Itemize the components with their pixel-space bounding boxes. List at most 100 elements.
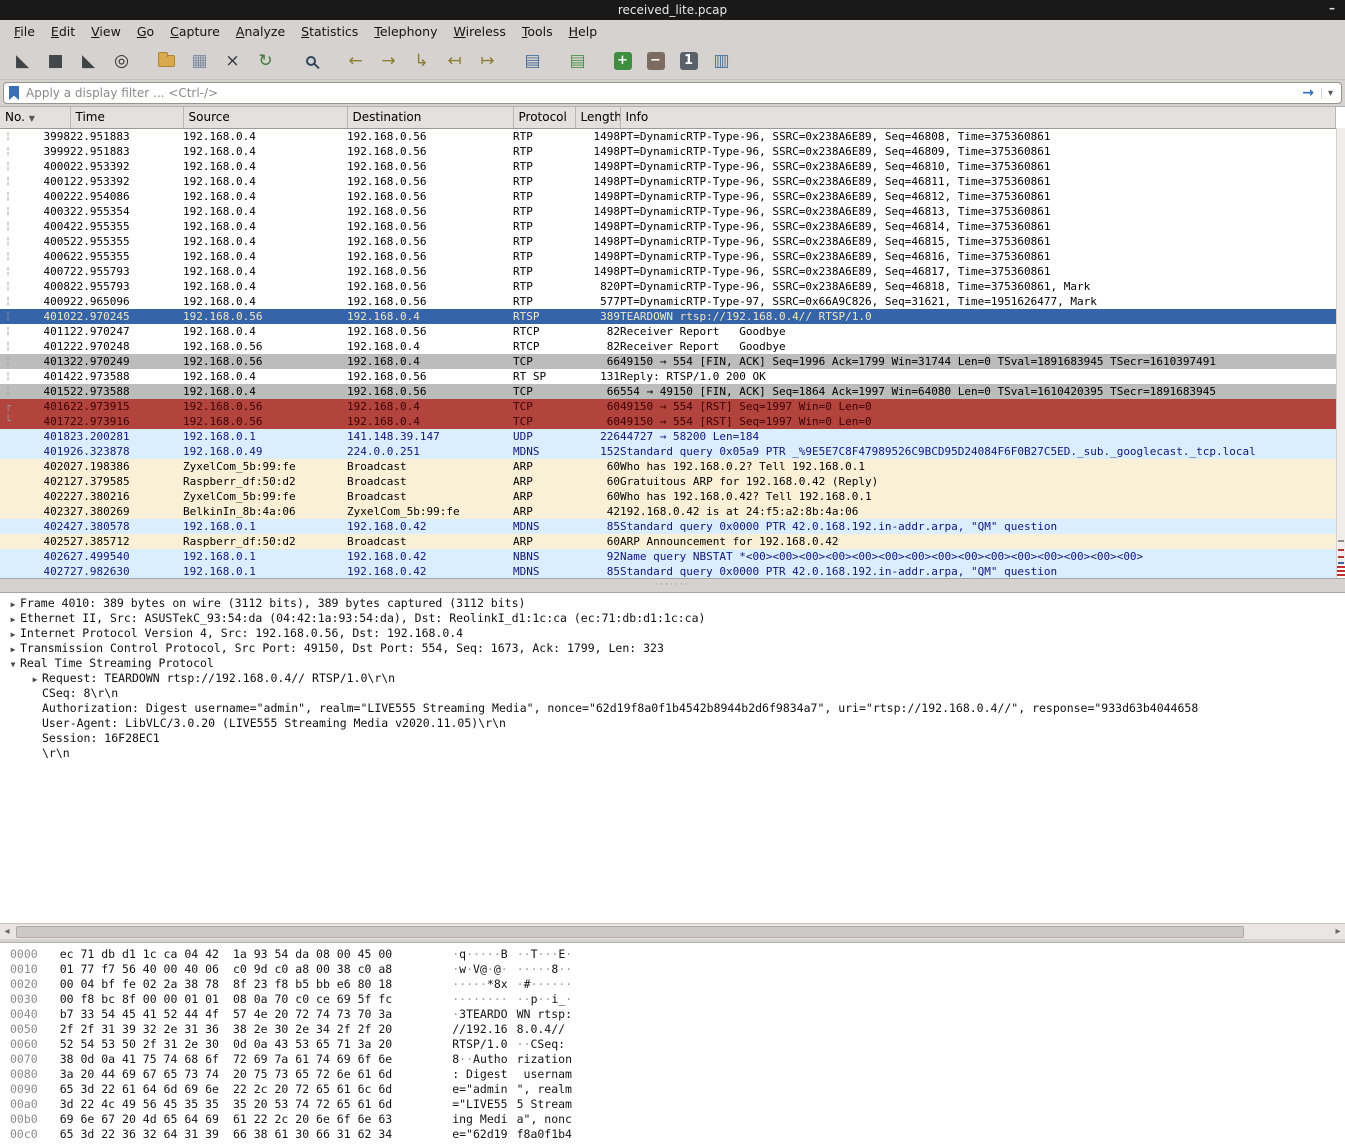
hex-row[interactable]: 0000ec 71 db d1 1c ca 04 421a 93 54 da 0…: [10, 947, 1345, 962]
packet-row[interactable]: ¦400122.953392192.168.0.4192.168.0.56RTP…: [0, 174, 1336, 189]
menu-statistics[interactable]: Statistics: [293, 22, 366, 41]
detail-row[interactable]: ▶Request: TEARDOWN rtsp://192.168.0.4// …: [0, 671, 1345, 686]
packet-row[interactable]: ¦401022.970245192.168.0.56192.168.0.4RTS…: [0, 309, 1336, 324]
packet-row[interactable]: ¦401322.970249192.168.0.56192.168.0.4TCP…: [0, 354, 1336, 369]
expand-icon[interactable]: ▶: [6, 627, 20, 641]
packet-row[interactable]: └401722.973916192.168.0.56192.168.0.4TCP…: [0, 414, 1336, 429]
column-header-no[interactable]: No. ▼: [0, 107, 70, 128]
zoom-out-icon[interactable]: −: [639, 46, 672, 76]
filter-dropdown-caret[interactable]: ▾: [1321, 88, 1336, 99]
packet-row[interactable]: ¦400222.954086192.168.0.4192.168.0.56RTP…: [0, 189, 1336, 204]
start-capture-icon[interactable]: ◣: [6, 46, 39, 76]
packet-row[interactable]: 402227.380216ZyxelCom_5b:99:feBroadcastA…: [0, 489, 1336, 504]
column-header-time[interactable]: Time: [70, 107, 183, 128]
expand-icon[interactable]: ▶: [6, 612, 20, 626]
menu-tools[interactable]: Tools: [514, 22, 561, 41]
packet-row[interactable]: ¦401522.973588192.168.0.4192.168.0.56TCP…: [0, 384, 1336, 399]
packet-row[interactable]: 402327.380269BelkinIn_8b:4a:06ZyxelCom_5…: [0, 504, 1336, 519]
restart-capture-icon[interactable]: ◣: [72, 46, 105, 76]
expand-icon[interactable]: ▶: [6, 642, 20, 656]
packet-row[interactable]: ¦400522.955355192.168.0.4192.168.0.56RTP…: [0, 234, 1336, 249]
packet-row[interactable]: ¦399922.951883192.168.0.4192.168.0.56RTP…: [0, 144, 1336, 159]
detail-row[interactable]: ▶Ethernet II, Src: ASUSTekC_93:54:da (04…: [0, 611, 1345, 626]
detail-row[interactable]: CSeq: 8\r\n: [0, 686, 1345, 701]
hex-row[interactable]: 00502f 2f 31 39 32 2e 31 3638 2e 30 2e 3…: [10, 1022, 1345, 1037]
menu-view[interactable]: View: [83, 22, 129, 41]
hex-row[interactable]: 0040b7 33 54 45 41 52 44 4f57 4e 20 72 7…: [10, 1007, 1345, 1022]
detail-row[interactable]: ▶Frame 4010: 389 bytes on wire (3112 bit…: [0, 596, 1345, 611]
menu-analyze[interactable]: Analyze: [228, 22, 293, 41]
save-file-icon[interactable]: ▦: [183, 46, 216, 76]
zoom-in-icon[interactable]: +: [606, 46, 639, 76]
detail-row[interactable]: \r\n: [0, 746, 1345, 761]
scroll-left-arrow-icon[interactable]: ◂: [0, 926, 14, 937]
packet-row[interactable]: ┌401622.973915192.168.0.56192.168.0.4TCP…: [0, 399, 1336, 414]
hex-row[interactable]: 007038 0d 0a 41 75 74 68 6f72 69 7a 61 7…: [10, 1052, 1345, 1067]
detail-row[interactable]: ▶Internet Protocol Version 4, Src: 192.1…: [0, 626, 1345, 641]
hex-row[interactable]: 001001 77 f7 56 40 00 40 06c0 9d c0 a8 0…: [10, 962, 1345, 977]
go-last-icon[interactable]: ↦: [471, 46, 504, 76]
column-header-destination[interactable]: Destination: [347, 107, 513, 128]
menu-wireless[interactable]: Wireless: [446, 22, 514, 41]
display-filter-input[interactable]: Apply a display filter ... <Ctrl-/> → ▾: [3, 82, 1342, 104]
hex-row[interactable]: 00a03d 22 4c 49 56 45 35 3535 20 53 74 7…: [10, 1097, 1345, 1112]
packet-list-scrollbar[interactable]: [1336, 128, 1345, 578]
hex-row[interactable]: 009065 3d 22 61 64 6d 69 6e22 2c 20 72 6…: [10, 1082, 1345, 1097]
autoscroll-icon[interactable]: ▤: [516, 46, 549, 76]
packet-row[interactable]: ¦400822.955793192.168.0.4192.168.0.56RTP…: [0, 279, 1336, 294]
packet-row[interactable]: ¦400722.955793192.168.0.4192.168.0.56RTP…: [0, 264, 1336, 279]
scrollbar-thumb[interactable]: [16, 926, 1244, 938]
hex-row[interactable]: 00b069 6e 67 20 4d 65 64 6961 22 2c 20 6…: [10, 1112, 1345, 1127]
packet-row[interactable]: 401823.200281192.168.0.1141.148.39.147UD…: [0, 429, 1336, 444]
open-file-icon[interactable]: [150, 46, 183, 76]
packet-row[interactable]: 402627.499540192.168.0.1192.168.0.42NBNS…: [0, 549, 1336, 564]
hex-row[interactable]: 002000 04 bf fe 02 2a 38 788f 23 f8 b5 b…: [10, 977, 1345, 992]
zoom-100-icon[interactable]: 1: [672, 46, 705, 76]
scroll-right-arrow-icon[interactable]: ▸: [1331, 926, 1345, 937]
menu-file[interactable]: File: [6, 22, 43, 41]
packet-row[interactable]: 402527.385712Raspberr_df:50:d2BroadcastA…: [0, 534, 1336, 549]
packet-row[interactable]: 401926.323878192.168.0.49224.0.0.251MDNS…: [0, 444, 1336, 459]
bookmark-icon[interactable]: [9, 86, 19, 100]
colorize-icon[interactable]: ▤: [561, 46, 594, 76]
hex-row[interactable]: 003000 f8 bc 8f 00 00 01 0108 0a 70 c0 c…: [10, 992, 1345, 1007]
pane-splitter[interactable]: ·······: [0, 578, 1345, 593]
expand-icon[interactable]: ▶: [6, 597, 20, 611]
packet-row[interactable]: 402027.198386ZyxelCom_5b:99:feBroadcastA…: [0, 459, 1336, 474]
packet-row[interactable]: ¦399822.951883192.168.0.4192.168.0.56RTP…: [0, 128, 1336, 144]
menu-help[interactable]: Help: [561, 22, 606, 41]
detail-row[interactable]: User-Agent: LibVLC/3.0.20 (LIVE555 Strea…: [0, 716, 1345, 731]
packet-row[interactable]: ¦400422.955355192.168.0.4192.168.0.56RTP…: [0, 219, 1336, 234]
column-header-length[interactable]: Length: [575, 107, 620, 128]
packet-row[interactable]: ¦400622.955355192.168.0.4192.168.0.56RTP…: [0, 249, 1336, 264]
packet-row[interactable]: ¦400022.953392192.168.0.4192.168.0.56RTP…: [0, 159, 1336, 174]
packet-row[interactable]: 402427.380578192.168.0.1192.168.0.42MDNS…: [0, 519, 1336, 534]
column-header-info[interactable]: Info: [620, 107, 1336, 128]
collapse-icon[interactable]: ▼: [6, 657, 20, 671]
menu-edit[interactable]: Edit: [43, 22, 83, 41]
menu-telephony[interactable]: Telephony: [366, 22, 445, 41]
go-forward-icon[interactable]: →: [372, 46, 405, 76]
apply-filter-button[interactable]: →: [1298, 85, 1318, 101]
go-back-icon[interactable]: ←: [339, 46, 372, 76]
packet-row[interactable]: ¦400322.955354192.168.0.4192.168.0.56RTP…: [0, 204, 1336, 219]
packet-row[interactable]: 402727.982630192.168.0.1192.168.0.42MDNS…: [0, 564, 1336, 579]
expand-icon[interactable]: ▶: [28, 672, 42, 686]
capture-options-icon[interactable]: ◎: [105, 46, 138, 76]
hex-row[interactable]: 00803a 20 44 69 67 65 73 7420 75 73 65 7…: [10, 1067, 1345, 1082]
detail-row[interactable]: ▼Real Time Streaming Protocol: [0, 656, 1345, 671]
detail-row[interactable]: ▶Transmission Control Protocol, Src Port…: [0, 641, 1345, 656]
close-file-icon[interactable]: ×: [216, 46, 249, 76]
go-first-icon[interactable]: ↤: [438, 46, 471, 76]
menu-capture[interactable]: Capture: [162, 22, 228, 41]
resize-columns-icon[interactable]: ▥: [705, 46, 738, 76]
packet-row[interactable]: ¦401422.973588192.168.0.4192.168.0.56RT …: [0, 369, 1336, 384]
menu-go[interactable]: Go: [129, 22, 162, 41]
column-header-source[interactable]: Source: [183, 107, 347, 128]
find-packet-icon[interactable]: [294, 46, 327, 76]
packet-row[interactable]: ¦401122.970247192.168.0.4192.168.0.56RTC…: [0, 324, 1336, 339]
details-horizontal-scrollbar[interactable]: ◂ ▸: [0, 923, 1345, 939]
minimize-button[interactable]: –: [1329, 1, 1335, 15]
packet-row[interactable]: ¦401222.970248192.168.0.56192.168.0.4RTC…: [0, 339, 1336, 354]
reload-icon[interactable]: ↻: [249, 46, 282, 76]
